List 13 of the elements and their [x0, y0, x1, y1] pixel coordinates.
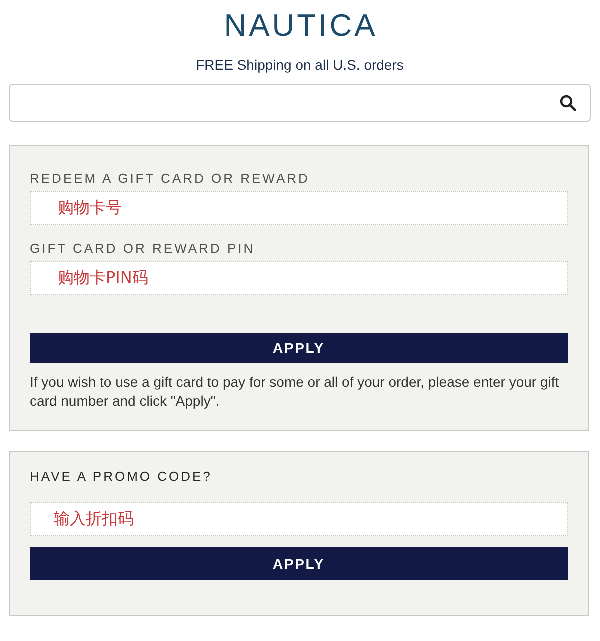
field-label: GIFT CARD OR REWARD PIN — [30, 241, 256, 257]
apply-button[interactable]: APPLY — [30, 547, 568, 580]
input-field[interactable]: 购物卡号 — [30, 191, 568, 225]
input-field[interactable]: 输入折扣码 — [30, 502, 568, 536]
apply-button[interactable]: APPLY — [30, 333, 568, 363]
shipping-text: FREE Shipping on all U.S. orders — [196, 56, 404, 74]
search-field[interactable] — [9, 84, 591, 122]
brand-logo[interactable]: NAUTICA — [222, 10, 378, 42]
search-icon[interactable] — [560, 95, 576, 111]
input-field[interactable]: 购物卡PIN码 — [30, 261, 568, 295]
field-label: HAVE A PROMO CODE? — [30, 469, 214, 485]
help-text: If you wish to use a gift card to pay for some or all of your order, please enter your gift card number and click "Apply". — [30, 373, 560, 411]
field-label: REDEEM A GIFT CARD OR REWARD — [30, 171, 311, 187]
